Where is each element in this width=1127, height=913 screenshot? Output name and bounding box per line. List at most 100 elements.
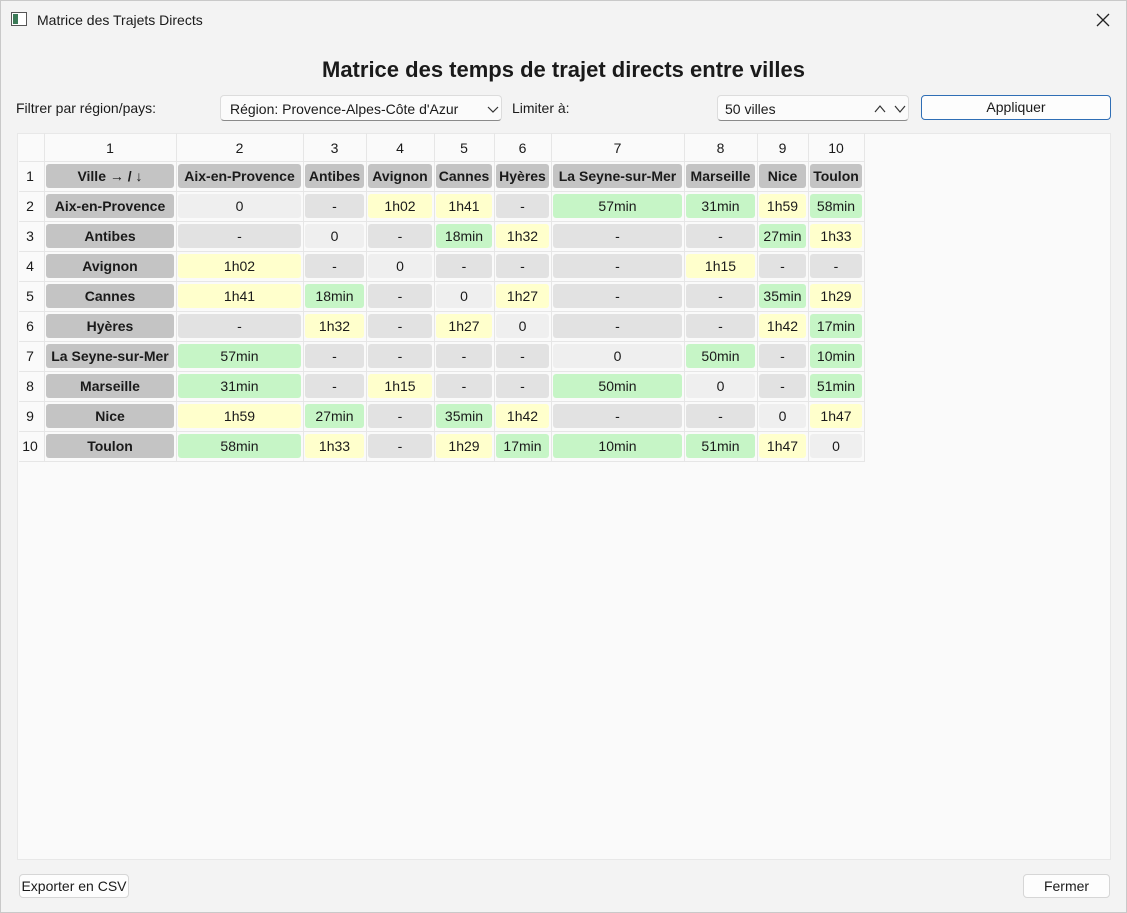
matrix-cell[interactable]: - xyxy=(496,344,549,368)
chevron-up-icon[interactable] xyxy=(873,102,887,116)
matrix-cell[interactable]: 31min xyxy=(686,194,755,218)
apply-button[interactable]: Appliquer xyxy=(921,95,1111,120)
matrix-cell[interactable]: - xyxy=(496,254,549,278)
matrix-cell[interactable]: 1h27 xyxy=(436,314,492,338)
matrix-cell[interactable]: - xyxy=(686,284,755,308)
window-close-button[interactable] xyxy=(1080,1,1126,39)
matrix-cell[interactable]: - xyxy=(496,194,549,218)
matrix-cell[interactable]: 0 xyxy=(553,344,682,368)
matrix-cell[interactable]: 1h02 xyxy=(178,254,301,278)
matrix-cell[interactable]: - xyxy=(178,224,301,248)
column-number: 5 xyxy=(460,140,468,156)
matrix-cell[interactable]: 35min xyxy=(759,284,806,308)
matrix-cell[interactable]: 17min xyxy=(496,434,549,458)
matrix-cell[interactable]: - xyxy=(368,344,432,368)
matrix-cell[interactable]: 58min xyxy=(810,194,862,218)
region-select[interactable]: Région: Provence-Alpes-Côte d'Azur xyxy=(220,95,502,121)
matrix-cell[interactable]: 1h41 xyxy=(436,194,492,218)
matrix-cell[interactable]: - xyxy=(759,374,806,398)
window-title: Matrice des Trajets Directs xyxy=(37,12,203,28)
matrix-cell[interactable]: - xyxy=(436,254,492,278)
matrix-cell[interactable]: 18min xyxy=(436,224,492,248)
matrix-cell[interactable]: 0 xyxy=(368,254,432,278)
matrix-cell[interactable]: 0 xyxy=(178,194,301,218)
matrix-cell[interactable]: 1h33 xyxy=(810,224,862,248)
matrix-cell[interactable]: 31min xyxy=(178,374,301,398)
matrix-cell[interactable]: - xyxy=(686,224,755,248)
matrix-cell[interactable]: 57min xyxy=(553,194,682,218)
close-button[interactable]: Fermer xyxy=(1023,874,1110,898)
city-column-header: Cannes xyxy=(436,164,492,188)
matrix-cell[interactable]: 10min xyxy=(553,434,682,458)
matrix-cell[interactable]: 58min xyxy=(178,434,301,458)
matrix-cell[interactable]: 0 xyxy=(686,374,755,398)
matrix-cell[interactable]: 51min xyxy=(686,434,755,458)
matrix-cell[interactable]: 27min xyxy=(759,224,806,248)
matrix-cell[interactable]: 1h29 xyxy=(436,434,492,458)
matrix-cell[interactable]: 0 xyxy=(305,224,364,248)
page-title: Matrice des temps de trajet directs entr… xyxy=(322,57,805,82)
matrix-cell[interactable]: 1h32 xyxy=(305,314,364,338)
matrix-cell[interactable]: 1h27 xyxy=(496,284,549,308)
matrix-cell[interactable]: - xyxy=(368,284,432,308)
matrix-cell[interactable]: 35min xyxy=(436,404,492,428)
matrix-cell[interactable]: 1h02 xyxy=(368,194,432,218)
matrix-cell[interactable]: - xyxy=(178,314,301,338)
row-number: 7 xyxy=(26,348,34,364)
matrix-cell[interactable]: 50min xyxy=(686,344,755,368)
matrix-cell[interactable]: - xyxy=(553,314,682,338)
matrix-cell[interactable]: - xyxy=(759,344,806,368)
matrix-cell[interactable]: - xyxy=(553,254,682,278)
matrix-cell[interactable]: 1h33 xyxy=(305,434,364,458)
matrix-cell[interactable]: 1h15 xyxy=(368,374,432,398)
matrix-cell[interactable]: - xyxy=(553,284,682,308)
matrix-cell[interactable]: 1h41 xyxy=(178,284,301,308)
matrix-cell[interactable]: - xyxy=(436,374,492,398)
matrix-cell[interactable]: 0 xyxy=(810,434,862,458)
matrix-cell[interactable]: 57min xyxy=(178,344,301,368)
matrix-cell[interactable]: 1h29 xyxy=(810,284,862,308)
matrix-cell[interactable]: - xyxy=(686,404,755,428)
matrix-cell[interactable]: 0 xyxy=(436,284,492,308)
matrix-cell[interactable]: 1h59 xyxy=(759,194,806,218)
matrix-cell[interactable]: - xyxy=(305,374,364,398)
matrix-cell[interactable]: 10min xyxy=(810,344,862,368)
matrix-cell[interactable]: 0 xyxy=(496,314,549,338)
matrix-cell[interactable]: - xyxy=(553,404,682,428)
matrix-cell[interactable]: 17min xyxy=(810,314,862,338)
grid-line xyxy=(44,133,45,461)
matrix-cell[interactable]: - xyxy=(368,434,432,458)
limit-spinbox[interactable]: 50 villes xyxy=(717,95,909,121)
grid-line xyxy=(757,133,758,461)
matrix-cell[interactable]: - xyxy=(810,254,862,278)
matrix-cell[interactable]: 27min xyxy=(305,404,364,428)
grid-line xyxy=(551,133,552,461)
matrix-cell[interactable]: - xyxy=(436,344,492,368)
export-csv-button[interactable]: Exporter en CSV xyxy=(19,874,129,898)
matrix-cell[interactable]: - xyxy=(686,314,755,338)
matrix-cell[interactable]: 1h59 xyxy=(178,404,301,428)
matrix-cell[interactable]: 1h32 xyxy=(496,224,549,248)
matrix-cell[interactable]: 18min xyxy=(305,284,364,308)
matrix-cell[interactable]: 51min xyxy=(810,374,862,398)
matrix-cell[interactable]: - xyxy=(368,404,432,428)
matrix-cell[interactable]: 1h42 xyxy=(496,404,549,428)
matrix-cell[interactable]: 0 xyxy=(759,404,806,428)
matrix-cell[interactable]: - xyxy=(368,314,432,338)
row-number: 8 xyxy=(26,378,34,394)
matrix-cell[interactable]: - xyxy=(368,224,432,248)
matrix-cell[interactable]: 50min xyxy=(553,374,682,398)
matrix-cell[interactable]: 1h47 xyxy=(810,404,862,428)
chevron-down-icon[interactable] xyxy=(893,102,907,116)
matrix-cell[interactable]: - xyxy=(553,224,682,248)
matrix-cell[interactable]: - xyxy=(759,254,806,278)
matrix-cell[interactable]: - xyxy=(305,344,364,368)
column-number: 9 xyxy=(778,140,787,156)
matrix-cell[interactable]: - xyxy=(305,254,364,278)
matrix-cell[interactable]: - xyxy=(305,194,364,218)
matrix-cell[interactable]: 1h42 xyxy=(759,314,806,338)
matrix-cell[interactable]: - xyxy=(496,374,549,398)
matrix-cell[interactable]: 1h47 xyxy=(759,434,806,458)
city-row-header: Avignon xyxy=(46,254,174,278)
matrix-cell[interactable]: 1h15 xyxy=(686,254,755,278)
